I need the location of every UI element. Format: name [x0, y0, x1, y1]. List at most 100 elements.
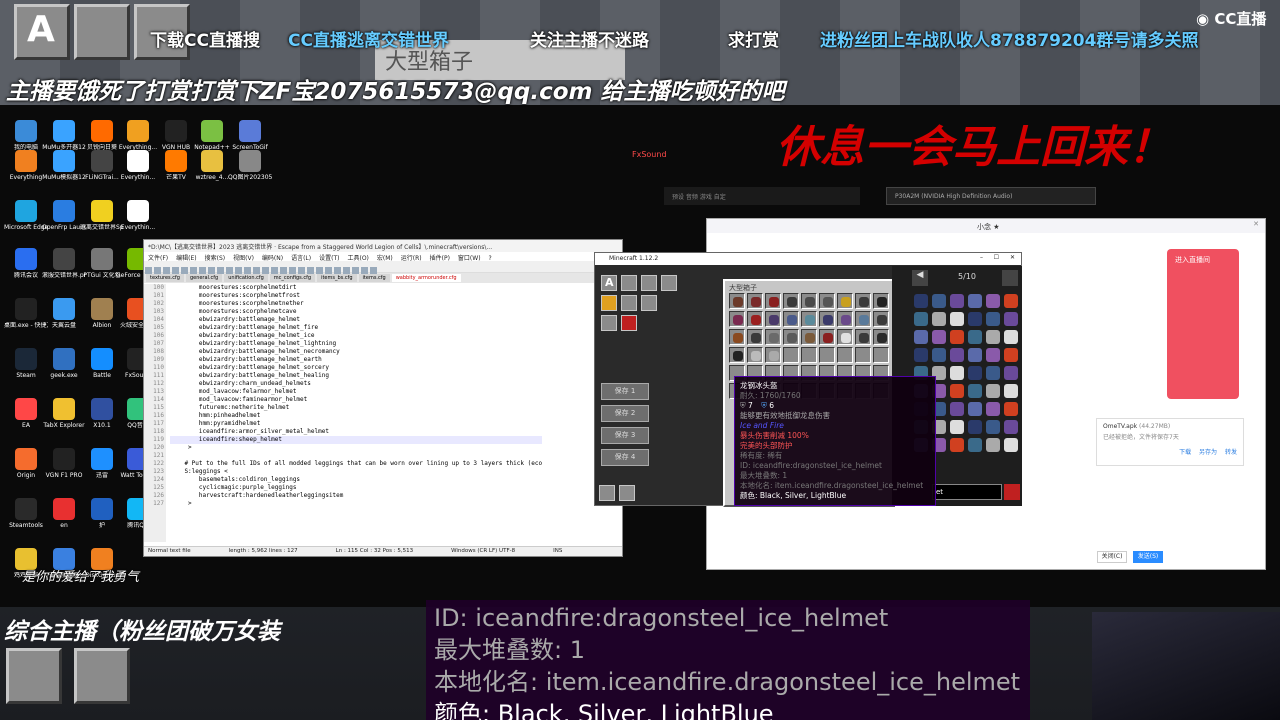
moon-icon[interactable] [621, 295, 637, 311]
chest-slot[interactable] [729, 347, 745, 363]
trash-tool-icon[interactable] [661, 275, 677, 291]
toolbar-icon[interactable] [145, 267, 152, 274]
save-slot-3-button[interactable]: 保存 3 [601, 427, 649, 444]
item-entry[interactable] [986, 312, 1000, 326]
search-input[interactable]: et [932, 484, 1002, 500]
chest-slot[interactable] [729, 311, 745, 327]
toolbar-icon[interactable] [289, 267, 296, 274]
toolbar-icon[interactable] [172, 267, 179, 274]
item-entry[interactable] [986, 330, 1000, 344]
file-tab[interactable]: general.cfg [185, 274, 223, 282]
chest-slot[interactable] [855, 347, 871, 363]
chest-slot[interactable] [873, 311, 889, 327]
code-line[interactable]: harvestcraft:hardenedleatherleggingsitem [170, 492, 542, 500]
chest-slot[interactable] [837, 329, 853, 345]
delete-icon[interactable] [599, 485, 615, 501]
toolbar-icon[interactable] [352, 267, 359, 274]
item-entry[interactable] [932, 348, 946, 362]
item-entry[interactable] [986, 438, 1000, 452]
code-line[interactable]: ebwizardry:battlemage_helmet [170, 316, 542, 324]
save-slot-2-button[interactable]: 保存 2 [601, 405, 649, 422]
code-line[interactable]: ebwizardry:battlemage_helmet_ice [170, 332, 542, 340]
item-entry[interactable] [986, 294, 1000, 308]
item-entry[interactable] [1004, 330, 1018, 344]
item-entry[interactable] [986, 348, 1000, 362]
search-tool-icon[interactable] [1004, 484, 1020, 500]
settings-icon[interactable] [619, 485, 635, 501]
chest-slot[interactable] [765, 293, 781, 309]
code-line[interactable]: moorestures:scorphelmetnether [170, 300, 542, 308]
chest-slot[interactable] [801, 293, 817, 309]
code-line[interactable]: ebwizardry:battlemage_helmet_healing [170, 372, 542, 380]
code-line[interactable]: moorestures:scorphelmetdirt [170, 284, 542, 292]
send-button[interactable]: 发送(S) [1133, 551, 1163, 563]
live-card[interactable]: 进入直播间 [1167, 249, 1239, 399]
file-tab[interactable]: items.cfg [358, 274, 390, 282]
edit-tool-icon[interactable] [641, 275, 657, 291]
chest-slot[interactable] [783, 329, 799, 345]
toolbar-icon[interactable] [280, 267, 287, 274]
toolbar-icon[interactable] [316, 267, 323, 274]
maximize-icon[interactable]: ☐ [994, 254, 999, 261]
item-entry[interactable] [968, 294, 982, 308]
item-entry[interactable] [1004, 402, 1018, 416]
font-tool-icon[interactable]: A [601, 275, 617, 291]
code-line[interactable]: ebwizardry:charm_undead_helmets [170, 380, 542, 388]
item-entry[interactable] [914, 312, 928, 326]
chest-slot[interactable] [819, 293, 835, 309]
toolbar-icon[interactable] [361, 267, 368, 274]
toolbar-icon[interactable] [271, 267, 278, 274]
code-line[interactable]: mod_lavacow:felarmor_helmet [170, 388, 542, 396]
code-line[interactable]: hmm:pinheadhelmet [170, 412, 542, 420]
toolbar-icon[interactable] [262, 267, 269, 274]
audio-device-selector[interactable]: P30A2M (NVIDIA High Definition Audio) [886, 187, 1096, 205]
toolbar-icon[interactable] [244, 267, 251, 274]
next-page-button[interactable] [1002, 270, 1018, 286]
item-entry[interactable] [1004, 294, 1018, 308]
toolbar-icon[interactable] [208, 267, 215, 274]
code-line[interactable]: iceandfire:sheep_helmet [170, 436, 543, 444]
code-line[interactable]: > [170, 444, 542, 452]
code-line[interactable]: moorestures:scorphelmetfrost [170, 292, 542, 300]
chest-slot[interactable] [837, 293, 853, 309]
item-entry[interactable] [968, 330, 982, 344]
menu-item[interactable]: ? [489, 255, 492, 262]
item-entry[interactable] [950, 366, 964, 380]
item-entry[interactable] [932, 294, 946, 308]
item-entry[interactable] [950, 348, 964, 362]
chest-slot[interactable] [873, 293, 889, 309]
chest-slot[interactable] [747, 293, 763, 309]
item-entry[interactable] [968, 348, 982, 362]
item-entry[interactable] [968, 438, 982, 452]
toolbar-icon[interactable] [226, 267, 233, 274]
item-entry[interactable] [1004, 384, 1018, 398]
save-slot-1-button[interactable]: 保存 1 [601, 383, 649, 400]
item-entry[interactable] [950, 420, 964, 434]
item-entry[interactable] [950, 402, 964, 416]
toolbar-icon[interactable] [334, 267, 341, 274]
chest-slot[interactable] [783, 293, 799, 309]
file-tab[interactable]: wabbity_armorunder.cfg [391, 274, 461, 282]
chest-slot[interactable] [873, 329, 889, 345]
item-entry[interactable] [950, 312, 964, 326]
item-entry[interactable] [968, 312, 982, 326]
menu-item[interactable]: 窗口(W) [458, 255, 481, 262]
chest-slot[interactable] [747, 347, 763, 363]
toolbar-icon[interactable] [181, 267, 188, 274]
item-entry[interactable] [950, 330, 964, 344]
file-forward-link[interactable]: 转发 [1225, 449, 1237, 456]
toolbar-icon[interactable] [325, 267, 332, 274]
file-tab[interactable]: textures.cfg [146, 274, 184, 282]
item-entry[interactable] [914, 330, 928, 344]
code-line[interactable] [170, 452, 542, 460]
save-slot-4-button[interactable]: 保存 4 [601, 449, 649, 466]
chest-slot[interactable] [855, 329, 871, 345]
code-line[interactable]: ebwizardry:battlemage_helmet_fire [170, 324, 542, 332]
toolbar-icon[interactable] [235, 267, 242, 274]
weather-tool-icon[interactable] [621, 275, 637, 291]
close-icon[interactable]: ✕ [1253, 220, 1259, 228]
chest-slot[interactable] [837, 347, 853, 363]
file-download-link[interactable]: 下载 [1179, 449, 1191, 456]
toolbar-icon[interactable] [253, 267, 260, 274]
chest-slot[interactable] [837, 311, 853, 327]
